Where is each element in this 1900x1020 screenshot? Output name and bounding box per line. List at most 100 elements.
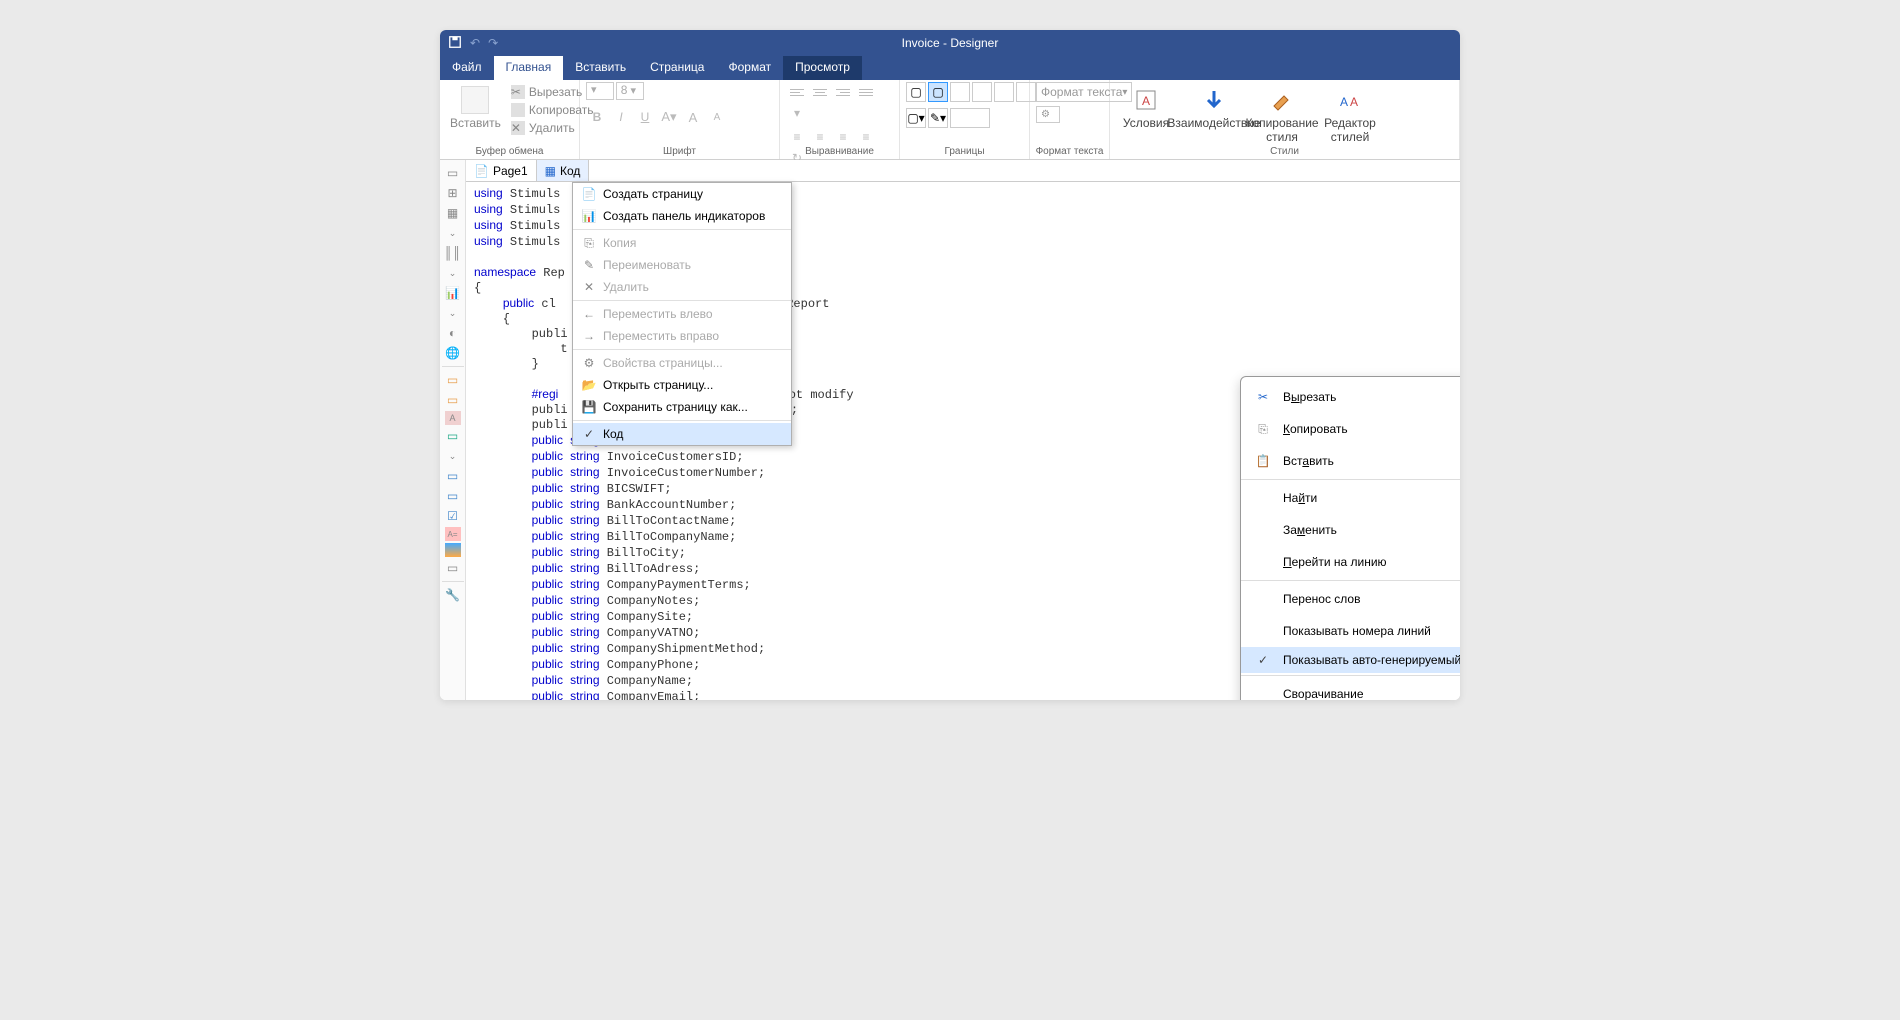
toolbox-gauge-icon[interactable]: ◐ bbox=[443, 324, 463, 342]
align-extra-button[interactable]: ▾ bbox=[786, 103, 808, 123]
align-group-label: Выравнивание bbox=[780, 146, 899, 157]
toolbox-text-icon[interactable]: ▭ bbox=[443, 391, 463, 409]
editor-tab-code[interactable]: ▦Код bbox=[537, 160, 590, 181]
align-center-button[interactable] bbox=[809, 82, 831, 102]
text-format-sub-button[interactable]: ⚙ bbox=[1036, 106, 1060, 123]
paste-button[interactable]: Вставить bbox=[446, 82, 505, 134]
toolbox-lines-icon[interactable]: ▭ bbox=[443, 487, 463, 505]
underline-button[interactable]: U bbox=[634, 106, 656, 128]
toolbox-richtext-icon[interactable]: A bbox=[445, 411, 461, 425]
ctx-folding[interactable]: Сворачивание› bbox=[1241, 678, 1460, 700]
ctx-folding-label: Сворачивание bbox=[1283, 687, 1460, 700]
undo-icon[interactable]: ↶ bbox=[470, 36, 480, 50]
ctx-find[interactable]: Найти bbox=[1241, 482, 1460, 514]
valign-top-button[interactable]: ≡ bbox=[786, 127, 808, 147]
ctx-paste[interactable]: 📋 Вставить bbox=[1241, 445, 1460, 477]
scissors-icon: ✂ bbox=[511, 85, 525, 99]
menu-open-page[interactable]: 📂Открыть страницу... bbox=[573, 374, 791, 396]
ctx-goto[interactable]: Перейти на линию bbox=[1241, 546, 1460, 578]
toolbox-table-icon[interactable]: ▦ bbox=[443, 204, 463, 222]
tab-home[interactable]: Главная bbox=[494, 56, 564, 80]
paste-icon: 📋 bbox=[1253, 451, 1273, 471]
clipboard-group-label: Буфер обмена bbox=[440, 146, 579, 157]
font-shrink-button[interactable]: A bbox=[706, 106, 728, 128]
tab-page[interactable]: Страница bbox=[638, 56, 716, 80]
font-color-button[interactable]: A▾ bbox=[658, 106, 680, 128]
font-family-dropdown[interactable]: ▾ bbox=[586, 82, 614, 100]
tab-view[interactable]: Просмотр bbox=[783, 56, 862, 80]
menu-save-page[interactable]: 💾Сохранить страницу как... bbox=[573, 396, 791, 418]
tab-format[interactable]: Формат bbox=[716, 56, 783, 80]
ctx-copy[interactable]: ⎘Копировать bbox=[1241, 413, 1460, 445]
border-left-button[interactable] bbox=[950, 82, 970, 102]
editor-context-menu: ✂Вырезать ⎘Копировать 📋 Вставить Найти За… bbox=[1240, 376, 1460, 700]
save-icon: 💾 bbox=[581, 399, 597, 415]
toolbox-grad-icon[interactable] bbox=[445, 543, 461, 557]
menu-sep4 bbox=[573, 420, 791, 421]
copy-icon bbox=[511, 103, 525, 117]
font-size-dropdown[interactable]: 8 ▾ bbox=[616, 82, 644, 100]
ctx-paste-label: Вставить bbox=[1283, 454, 1460, 468]
border-none-button[interactable]: ▢ bbox=[928, 82, 948, 102]
align-right-button[interactable] bbox=[832, 82, 854, 102]
toolbox-chevron2-icon: ⌄ bbox=[443, 264, 463, 282]
window-title: Invoice - Designer bbox=[902, 36, 999, 50]
toolbox-separator2 bbox=[442, 581, 464, 582]
valign-bot-button[interactable]: ≡ bbox=[832, 127, 854, 147]
border-top-button[interactable] bbox=[972, 82, 992, 102]
font-grow-button[interactable]: A bbox=[682, 106, 704, 128]
border-color-button[interactable]: ✎▾ bbox=[928, 108, 948, 128]
menu-page-props: ⚙Свойства страницы... bbox=[573, 352, 791, 374]
toolbox-panel-icon[interactable]: ▭ bbox=[443, 467, 463, 485]
tab-context-menu: 📄Создать страницу 📊Создать панель индика… bbox=[572, 182, 792, 446]
align-left-button[interactable] bbox=[786, 82, 808, 102]
ctx-show-lines[interactable]: Показывать номера линий bbox=[1241, 615, 1460, 647]
tab-file[interactable]: Файл bbox=[440, 56, 494, 80]
toolbox-empty-icon[interactable]: ▭ bbox=[443, 559, 463, 577]
ctx-cut[interactable]: ✂Вырезать bbox=[1241, 381, 1460, 413]
ctx-sep1 bbox=[1241, 479, 1460, 480]
redo-icon[interactable]: ↷ bbox=[488, 36, 498, 50]
toolbox-checkbox-icon[interactable]: ☑ bbox=[443, 507, 463, 525]
tab-insert[interactable]: Вставить bbox=[563, 56, 638, 80]
toolbox-rect-icon[interactable]: ▭ bbox=[443, 371, 463, 389]
ctx-showlines-label: Показывать номера линий bbox=[1283, 624, 1460, 638]
toolbox-barcode-icon[interactable]: ║║ bbox=[443, 244, 463, 262]
style-editor-button[interactable]: AA Редактор стилей bbox=[1320, 86, 1380, 144]
ctx-sep2 bbox=[1241, 580, 1460, 581]
toolbox-cross-icon[interactable]: ⊞ bbox=[443, 184, 463, 202]
copy-icon: ⎘ bbox=[581, 235, 597, 251]
styles-group-label: Стили bbox=[1110, 146, 1459, 157]
menu-move-left: ←Переместить влево bbox=[573, 303, 791, 325]
interaction-button[interactable]: Взаимодействие bbox=[1184, 86, 1244, 130]
menu-new-page[interactable]: 📄Создать страницу bbox=[573, 183, 791, 205]
border-right-button[interactable] bbox=[994, 82, 1014, 102]
align-justify-button[interactable] bbox=[855, 82, 877, 102]
toolbox-globe-icon[interactable]: 🌐 bbox=[443, 344, 463, 362]
save-icon[interactable] bbox=[448, 35, 462, 52]
border-style-button[interactable] bbox=[950, 108, 990, 128]
italic-button[interactable]: I bbox=[610, 106, 632, 128]
toolbox-sub-icon[interactable]: A= bbox=[445, 527, 461, 541]
ctx-replace[interactable]: ЗаменитьCtrl+H bbox=[1241, 514, 1460, 546]
editor-tabs: 📄Page1 ▦Код bbox=[466, 160, 1460, 182]
border-all-button[interactable]: ▢ bbox=[906, 82, 926, 102]
toolbox-band-icon[interactable]: ▭ bbox=[443, 164, 463, 182]
ctx-wrap-label: Перенос слов bbox=[1283, 592, 1460, 606]
toolbox-tools-icon[interactable]: 🔧 bbox=[443, 586, 463, 604]
open-icon: 📂 bbox=[581, 377, 597, 393]
copy-icon: ⎘ bbox=[1253, 419, 1273, 439]
menu-code[interactable]: ✓Код bbox=[573, 423, 791, 445]
ctx-show-auto[interactable]: ✓Показывать авто-генерируемый код bbox=[1241, 647, 1460, 673]
editor-tab-page1[interactable]: 📄Page1 bbox=[466, 160, 537, 181]
toolbox-chart-icon[interactable]: 📊 bbox=[443, 284, 463, 302]
fill-color-button[interactable]: ▢▾ bbox=[906, 108, 926, 128]
valign-mid-button[interactable]: ≡ bbox=[809, 127, 831, 147]
toolbox-image-icon[interactable]: ▭ bbox=[443, 427, 463, 445]
bold-button[interactable]: B bbox=[586, 106, 608, 128]
ctx-wrap[interactable]: Перенос слов bbox=[1241, 583, 1460, 615]
line-spacing-button[interactable]: ≡ bbox=[855, 127, 877, 147]
copy-style-button[interactable]: Копирование стиля bbox=[1252, 86, 1312, 144]
menu-new-dashboard[interactable]: 📊Создать панель индикаторов bbox=[573, 205, 791, 227]
ctx-cut-label: Вырезать bbox=[1283, 390, 1460, 404]
